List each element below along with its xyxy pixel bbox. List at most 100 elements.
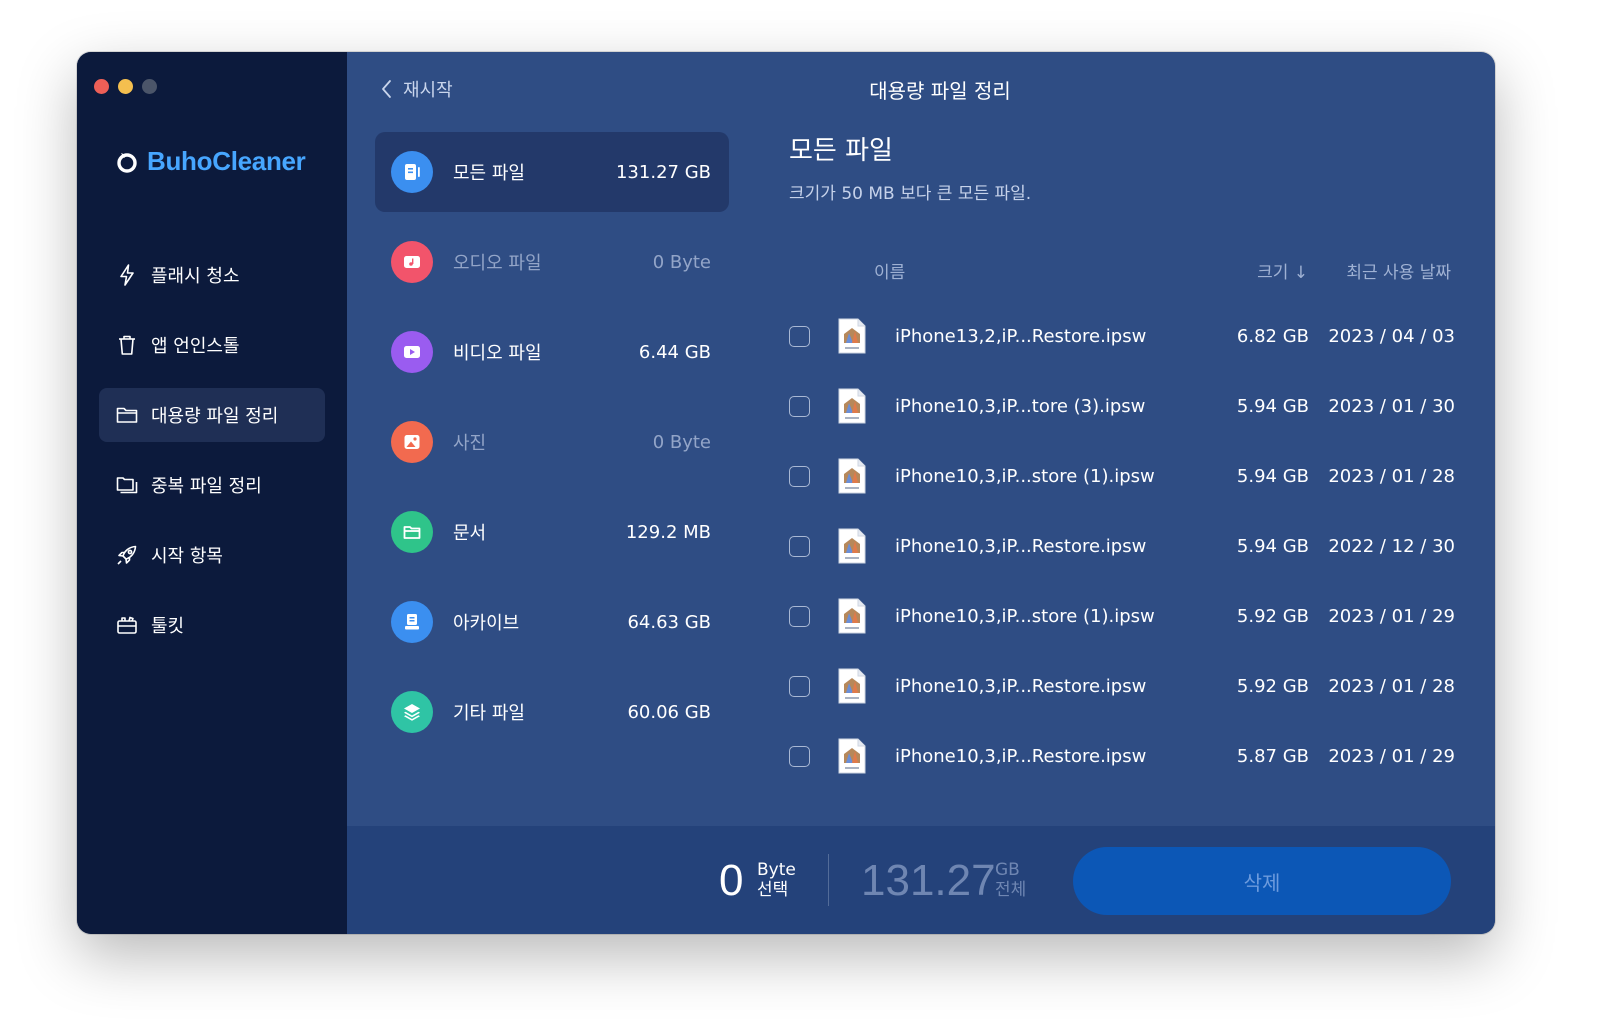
window-controls bbox=[94, 79, 157, 94]
file-size: 5.87 GB bbox=[1236, 745, 1309, 767]
page-title: 대용량 파일 정리 bbox=[869, 79, 1011, 103]
table-row[interactable]: iPhone10,3,iP...tore (3).ipsw 5.94 GB 20… bbox=[789, 371, 1455, 441]
file-name: iPhone10,3,iP...store (1).ipsw bbox=[895, 605, 1155, 627]
buho-logo-icon bbox=[117, 152, 137, 173]
layers-icon bbox=[391, 691, 433, 733]
row-checkbox[interactable] bbox=[789, 535, 810, 557]
close-window-button[interactable] bbox=[94, 79, 109, 94]
minimize-window-button[interactable] bbox=[118, 79, 133, 94]
category-audio[interactable]: 오디오 파일 0 Byte bbox=[375, 222, 729, 302]
column-header-date[interactable]: 최근 사용 날짜 bbox=[1346, 258, 1451, 283]
delete-button[interactable]: 삭제 bbox=[1073, 847, 1451, 915]
table-row[interactable]: iPhone10,3,iP...store (1).ipsw 5.92 GB 2… bbox=[789, 581, 1455, 651]
table-row[interactable]: iPhone10,3,iP...store (1).ipsw 5.94 GB 2… bbox=[789, 441, 1455, 511]
table-header: 이름 크기 ↓ 최근 사용 날짜 bbox=[789, 258, 1455, 283]
table-row[interactable]: iPhone13,2,iP...Restore.ipsw 6.82 GB 202… bbox=[789, 301, 1455, 371]
row-checkbox[interactable] bbox=[789, 465, 810, 487]
ipsw-file-icon bbox=[838, 598, 866, 634]
ipsw-file-icon bbox=[838, 318, 866, 354]
category-label: 문서 bbox=[453, 523, 487, 544]
trash-icon bbox=[115, 333, 139, 357]
category-size: 0 Byte bbox=[652, 251, 711, 273]
sidebar-item-label: 대용량 파일 정리 bbox=[151, 406, 279, 427]
audio-icon bbox=[391, 241, 433, 283]
file-size: 5.92 GB bbox=[1236, 605, 1309, 627]
sidebar-item-label: 중복 파일 정리 bbox=[151, 476, 262, 497]
category-all-files[interactable]: 모든 파일 131.27 GB bbox=[375, 132, 729, 212]
category-size: 64.63 GB bbox=[627, 611, 711, 633]
folders-icon bbox=[115, 473, 139, 497]
table-row[interactable]: iPhone10,3,iP...Restore.ipsw 5.87 GB 202… bbox=[789, 721, 1455, 791]
video-icon bbox=[391, 331, 433, 373]
sidebar-item-label: 플래시 청소 bbox=[151, 266, 240, 287]
sidebar-item-app-uninstall[interactable]: 앱 언인스톨 bbox=[99, 318, 325, 372]
category-other[interactable]: 기타 파일 60.06 GB bbox=[375, 672, 729, 752]
category-documents[interactable]: 문서 129.2 MB bbox=[375, 492, 729, 572]
category-size: 0 Byte bbox=[652, 431, 711, 453]
total-size-value: 131.27 bbox=[861, 856, 996, 905]
brand-name: BuhoCleaner bbox=[147, 146, 306, 176]
category-size: 6.44 GB bbox=[638, 341, 711, 363]
row-checkbox[interactable] bbox=[789, 395, 810, 417]
file-date: 2023 / 01 / 29 bbox=[1328, 605, 1455, 627]
lightning-icon bbox=[115, 263, 139, 287]
file-name: iPhone13,2,iP...Restore.ipsw bbox=[895, 325, 1147, 347]
table-row[interactable]: iPhone10,3,iP...Restore.ipsw 5.94 GB 202… bbox=[789, 511, 1455, 581]
zoom-window-button[interactable] bbox=[142, 79, 157, 94]
ipsw-file-icon bbox=[838, 388, 866, 424]
app-window: BuhoCleaner 플래시 청소 앱 언인스톨 대용량 파일 정리 중복 파… bbox=[77, 52, 1495, 934]
row-checkbox[interactable] bbox=[789, 675, 810, 697]
file-name: iPhone10,3,iP...Restore.ipsw bbox=[895, 535, 1147, 557]
file-name: iPhone10,3,iP...store (1).ipsw bbox=[895, 465, 1155, 487]
file-name: iPhone10,3,iP...Restore.ipsw bbox=[895, 745, 1147, 767]
file-size: 5.92 GB bbox=[1236, 675, 1309, 697]
sidebar-item-flash-clean[interactable]: 플래시 청소 bbox=[99, 248, 325, 302]
sidebar-item-duplicates[interactable]: 중복 파일 정리 bbox=[99, 458, 325, 512]
detail-subtitle: 크기가 50 MB 보다 큰 모든 파일. bbox=[789, 184, 1032, 204]
archive-icon bbox=[391, 601, 433, 643]
sidebar-nav: 플래시 청소 앱 언인스톨 대용량 파일 정리 중복 파일 정리 시작 항목 툴… bbox=[99, 248, 325, 668]
sidebar-item-label: 앱 언인스톨 bbox=[151, 336, 240, 357]
rocket-icon bbox=[115, 543, 139, 567]
sidebar-item-label: 툴킷 bbox=[151, 616, 185, 637]
category-label: 사진 bbox=[453, 433, 487, 454]
sidebar-item-toolkit[interactable]: 툴킷 bbox=[99, 598, 325, 652]
selected-size-unit: Byte 선택 bbox=[757, 860, 796, 900]
category-label: 비디오 파일 bbox=[453, 343, 542, 364]
folder-icon bbox=[115, 403, 139, 427]
row-checkbox[interactable] bbox=[789, 605, 810, 627]
column-header-size[interactable]: 크기 ↓ bbox=[1257, 258, 1308, 283]
file-name: iPhone10,3,iP...Restore.ipsw bbox=[895, 675, 1147, 697]
file-name: iPhone10,3,iP...tore (3).ipsw bbox=[895, 395, 1146, 417]
row-checkbox[interactable] bbox=[789, 745, 810, 767]
category-list: 모든 파일 131.27 GB 오디오 파일 0 Byte 비디오 파일 6.4… bbox=[375, 132, 729, 762]
table-row[interactable]: iPhone10,3,iP...Restore.ipsw 5.92 GB 202… bbox=[789, 651, 1455, 721]
file-list: iPhone13,2,iP...Restore.ipsw 6.82 GB 202… bbox=[789, 301, 1455, 791]
footer-bar: 0 Byte 선택 131.27 GB 전체 삭제 bbox=[347, 826, 1495, 934]
detail-title: 모든 파일 bbox=[789, 136, 893, 166]
row-checkbox[interactable] bbox=[789, 325, 810, 347]
sidebar-item-startup[interactable]: 시작 항목 bbox=[99, 528, 325, 582]
file-size: 5.94 GB bbox=[1236, 395, 1309, 417]
brand: BuhoCleaner bbox=[115, 146, 306, 177]
toolbox-icon bbox=[115, 613, 139, 637]
file-date: 2023 / 01 / 28 bbox=[1328, 675, 1455, 697]
ipsw-file-icon bbox=[838, 668, 866, 704]
category-video[interactable]: 비디오 파일 6.44 GB bbox=[375, 312, 729, 392]
main-panel: 재시작 대용량 파일 정리 모든 파일 131.27 GB 오디오 파일 0 B… bbox=[347, 52, 1495, 934]
category-photos[interactable]: 사진 0 Byte bbox=[375, 402, 729, 482]
file-date: 2023 / 01 / 29 bbox=[1328, 745, 1455, 767]
category-label: 모든 파일 bbox=[453, 163, 525, 184]
file-size: 6.82 GB bbox=[1236, 325, 1309, 347]
category-label: 아카이브 bbox=[453, 613, 520, 634]
column-header-name[interactable]: 이름 bbox=[874, 258, 905, 283]
file-date: 2023 / 01 / 30 bbox=[1328, 395, 1455, 417]
category-archives[interactable]: 아카이브 64.63 GB bbox=[375, 582, 729, 662]
ipsw-file-icon bbox=[838, 738, 866, 774]
file-detail-panel: 모든 파일 크기가 50 MB 보다 큰 모든 파일. 이름 크기 ↓ 최근 사… bbox=[789, 130, 1455, 774]
sidebar-item-large-files[interactable]: 대용량 파일 정리 bbox=[99, 388, 325, 442]
selected-label: 선택 bbox=[757, 880, 789, 900]
category-size: 129.2 MB bbox=[625, 521, 711, 543]
document-icon bbox=[391, 511, 433, 553]
file-date: 2023 / 04 / 03 bbox=[1328, 325, 1455, 347]
